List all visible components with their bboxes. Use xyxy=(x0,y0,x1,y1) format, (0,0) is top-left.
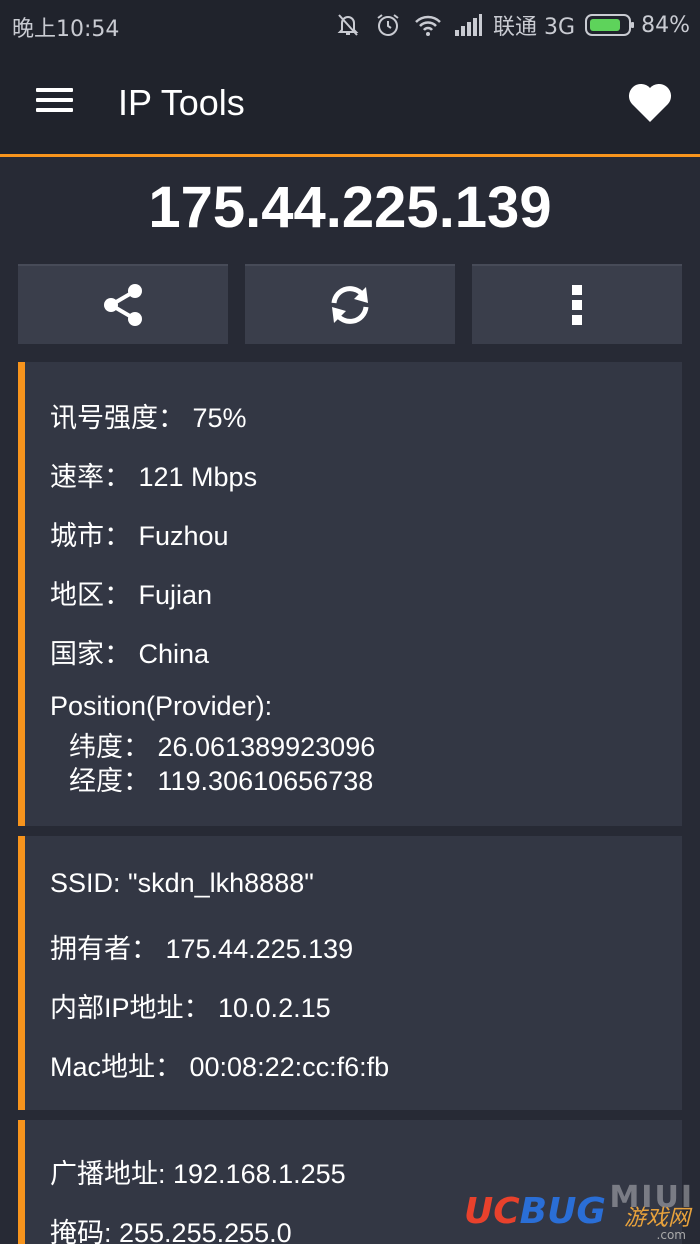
ip-address: 175.44.225.139 xyxy=(148,175,552,240)
more-options-button[interactable] xyxy=(472,264,682,344)
status-bar: 晚上10:54 联通 3G 84% xyxy=(0,0,700,50)
refresh-icon xyxy=(331,286,369,324)
subnet-mask: 掩码: 255.255.255.0 xyxy=(50,1218,292,1244)
heart-icon[interactable] xyxy=(626,80,674,126)
wifi-icon xyxy=(413,10,443,40)
refresh-button[interactable] xyxy=(245,264,455,344)
hamburger-menu-icon[interactable] xyxy=(28,82,80,126)
internal-ip: 内部IP地址： 10.0.2.15 xyxy=(50,993,331,1023)
country: 国家： China xyxy=(50,639,210,669)
network-info-card: 讯号强度： 75% 速率： 121 Mbps 城市： Fuzhou 地区： Fu… xyxy=(18,362,682,826)
share-icon xyxy=(104,284,142,326)
battery-percent: 84% xyxy=(641,12,690,38)
cell-signal-icon xyxy=(453,10,483,40)
status-time: 晚上10:54 xyxy=(12,17,120,42)
ssid: SSID: "skdn_lkh8888" xyxy=(50,868,314,898)
owner: 拥有者： 175.44.225.139 xyxy=(50,934,354,964)
app-title: IP Tools xyxy=(118,82,245,123)
bell-off-icon xyxy=(333,10,363,40)
wifi-info-card: SSID: "skdn_lkh8888" 拥有者： 175.44.225.139… xyxy=(18,836,682,1110)
position-label: Position(Provider): xyxy=(50,691,273,721)
region: 地区： Fujian xyxy=(50,580,213,610)
mac-address: Mac地址： 00:08:22:cc:f6:fb xyxy=(50,1052,390,1082)
screen: 晚上10:54 联通 3G 84% IP Tools 175.44.225.13… xyxy=(0,0,700,1244)
battery-icon xyxy=(585,14,635,36)
signal-strength: 讯号强度： 75% xyxy=(50,403,247,433)
app-toolbar: IP Tools xyxy=(0,50,700,157)
status-icons: 联通 3G 84% xyxy=(333,9,690,41)
broadcast-address: 广播地址: 192.168.1.255 xyxy=(50,1159,346,1189)
carrier-label: 联通 3G xyxy=(493,15,576,40)
longitude: 经度： 119.30610656738 xyxy=(69,766,374,796)
battery-fill xyxy=(590,19,621,31)
link-speed: 速率： 121 Mbps xyxy=(50,462,258,492)
share-button[interactable] xyxy=(18,264,228,344)
watermark-logo: MIUI UCBUG 游戏网 .com xyxy=(464,1180,694,1242)
city: 城市： Fuzhou xyxy=(50,521,229,551)
action-bar xyxy=(18,264,682,344)
alarm-clock-icon xyxy=(373,10,403,40)
more-vertical-icon xyxy=(572,285,582,325)
